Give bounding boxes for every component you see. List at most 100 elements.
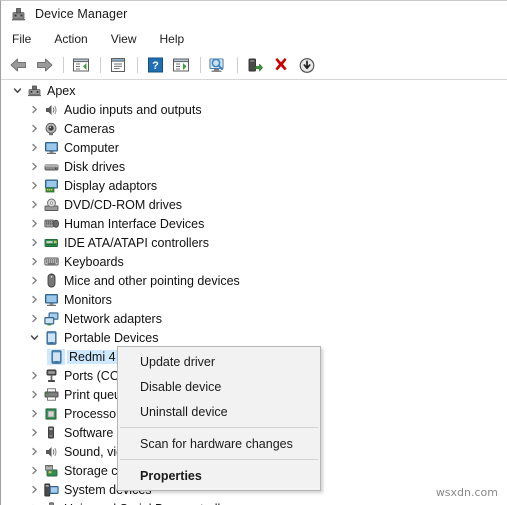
hid-icon <box>42 216 60 232</box>
tree-node-apex[interactable]: Apex <box>2 81 507 100</box>
context-menu-separator <box>120 427 318 428</box>
chevron-right-icon[interactable] <box>26 252 42 271</box>
tree-node-monitors[interactable]: Monitors <box>2 290 507 309</box>
camera-icon <box>42 121 60 137</box>
properties-icon[interactable] <box>106 54 130 76</box>
optical-drive-icon <box>42 197 60 213</box>
keyboard-icon <box>42 254 60 270</box>
monitor-icon <box>42 140 60 156</box>
scan-for-hardware-changes-icon[interactable] <box>206 54 230 76</box>
context-menu[interactable]: Update driver Disable device Uninstall d… <box>117 346 321 491</box>
toolbar-separator <box>100 57 101 73</box>
tree-node-audio-inputs-and-outputs[interactable]: Audio inputs and outputs <box>2 100 507 119</box>
tree-node-label: Disk drives <box>64 159 126 174</box>
mouse-icon <box>42 273 60 289</box>
chevron-right-icon[interactable] <box>26 290 42 309</box>
disable-device-icon[interactable] <box>295 54 319 76</box>
disk-drive-icon <box>42 159 60 175</box>
chevron-right-icon[interactable] <box>26 176 42 195</box>
tree-node-label: Network adapters <box>64 311 162 326</box>
ctx-update-driver[interactable]: Update driver <box>118 349 320 374</box>
ctx-scan-for-hardware-changes[interactable]: Scan for hardware changes <box>118 431 320 456</box>
tree-node-label: Apex <box>47 83 76 98</box>
chevron-right-icon[interactable] <box>26 195 42 214</box>
tree-node-keyboards[interactable]: Keyboards <box>2 252 507 271</box>
usb-icon <box>42 501 60 505</box>
tree-node-human-interface-devices[interactable]: Human Interface Devices <box>2 214 507 233</box>
port-icon <box>42 368 60 384</box>
back-arrow-icon[interactable] <box>6 54 30 76</box>
menu-file[interactable]: File <box>10 30 40 48</box>
phone-icon <box>47 348 65 365</box>
toolbar-separator <box>200 57 201 73</box>
tree-node-network-adapters[interactable]: Network adapters <box>2 309 507 328</box>
uninstall-device-icon[interactable] <box>269 54 293 76</box>
chevron-right-icon[interactable] <box>26 442 42 461</box>
tree-node-label: Universal Serial Bus controllers <box>64 502 242 505</box>
chevron-right-icon[interactable] <box>26 119 42 138</box>
chevron-down-icon[interactable] <box>26 328 42 347</box>
tree-node-label: Cameras <box>64 121 115 136</box>
menu-bar: File Action View Help <box>1 27 507 51</box>
show-hide-console-tree-icon[interactable] <box>69 54 93 76</box>
show-hide-action-pane-icon[interactable] <box>169 54 193 76</box>
tree-node-computer[interactable]: Computer <box>2 138 507 157</box>
forward-arrow-icon[interactable] <box>32 54 56 76</box>
chevron-right-icon[interactable] <box>26 309 42 328</box>
portable-device-icon <box>42 330 60 346</box>
title-bar: Device Manager <box>1 1 507 27</box>
menu-help[interactable]: Help <box>158 30 194 48</box>
chevron-right-icon[interactable] <box>26 138 42 157</box>
network-adapter-icon <box>42 311 60 327</box>
tree-node-cameras[interactable]: Cameras <box>2 119 507 138</box>
chevron-right-icon[interactable] <box>26 214 42 233</box>
menu-view[interactable]: View <box>109 30 146 48</box>
tree-node-label: Keyboards <box>64 254 124 269</box>
chevron-right-icon[interactable] <box>26 385 42 404</box>
computer-root-icon <box>25 83 43 99</box>
ctx-properties[interactable]: Properties <box>118 463 320 488</box>
menu-action[interactable]: Action <box>52 30 96 48</box>
chevron-right-icon[interactable] <box>26 480 42 499</box>
update-driver-icon[interactable] <box>243 54 267 76</box>
tree-node-disk-drives[interactable]: Disk drives <box>2 157 507 176</box>
tree-node-label: IDE ATA/ATAPI controllers <box>64 235 209 250</box>
tree-node-universal-serial-bus-controllers[interactable]: Universal Serial Bus controllers <box>2 499 507 505</box>
chevron-right-icon[interactable] <box>26 499 42 505</box>
chevron-right-icon[interactable] <box>26 423 42 442</box>
tree-node-label: Human Interface Devices <box>64 216 205 231</box>
chevron-right-icon[interactable] <box>26 233 42 252</box>
software-device-icon <box>42 425 60 441</box>
ctx-uninstall-device[interactable]: Uninstall device <box>118 399 320 424</box>
toolbar-separator <box>63 57 64 73</box>
device-manager-icon <box>10 6 27 23</box>
svg-text:?: ? <box>152 60 159 72</box>
chevron-right-icon[interactable] <box>26 100 42 119</box>
chevron-right-icon[interactable] <box>26 271 42 290</box>
tree-node-label: Mice and other pointing devices <box>64 273 240 288</box>
tree-node-dvd-cd-rom-drives[interactable]: DVD/CD-ROM drives <box>2 195 507 214</box>
display-adapter-icon <box>42 178 60 194</box>
window-title: Device Manager <box>35 7 128 21</box>
context-menu-separator <box>120 459 318 460</box>
system-device-icon <box>42 482 60 498</box>
speaker-icon <box>42 102 60 118</box>
ctx-disable-device[interactable]: Disable device <box>118 374 320 399</box>
toolbar: ? <box>1 51 507 80</box>
tree-node-ide-ata-atapi-controllers[interactable]: IDE ATA/ATAPI controllers <box>2 233 507 252</box>
storage-controller-icon <box>42 463 60 479</box>
tree-node-mice-and-other-pointing-devices[interactable]: Mice and other pointing devices <box>2 271 507 290</box>
chevron-right-icon[interactable] <box>26 157 42 176</box>
chevron-right-icon[interactable] <box>26 366 42 385</box>
chevron-down-icon[interactable] <box>9 81 25 100</box>
watermark: wsxdn.com <box>435 486 498 499</box>
help-icon[interactable]: ? <box>143 54 167 76</box>
tree-node-portable-devices[interactable]: Portable Devices <box>2 328 507 347</box>
tree-node-display-adaptors[interactable]: Display adaptors <box>2 176 507 195</box>
ide-controller-icon <box>42 235 60 251</box>
tree-node-label: Portable Devices <box>64 330 159 345</box>
chevron-right-icon[interactable] <box>26 404 42 423</box>
toolbar-separator <box>137 57 138 73</box>
chevron-right-icon[interactable] <box>26 461 42 480</box>
device-manager-window: Device Manager File Action View Help ? A… <box>0 0 507 505</box>
